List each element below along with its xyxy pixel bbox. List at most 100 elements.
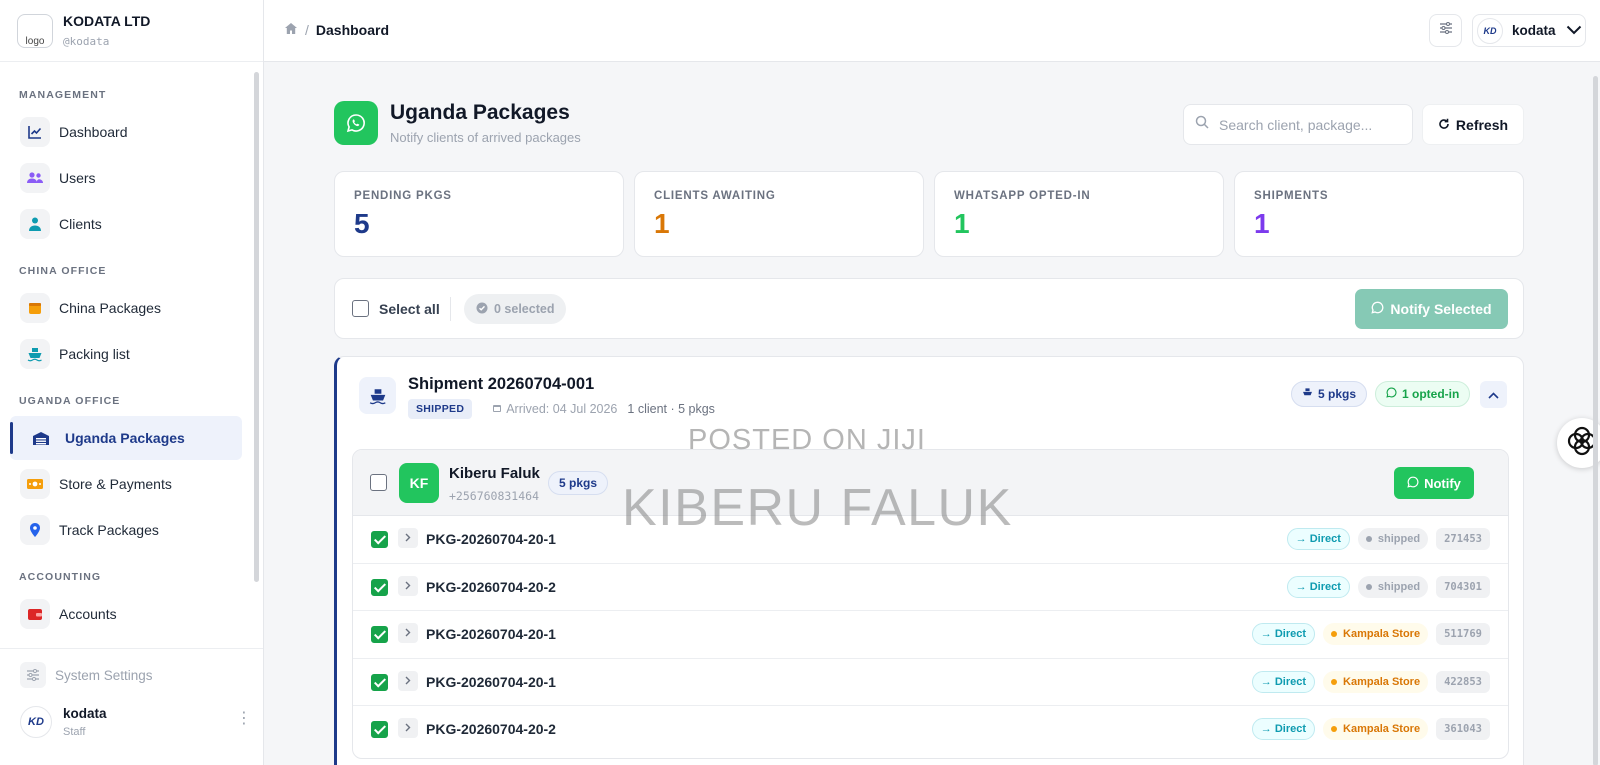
sidebar-item-clients[interactable]: Clients <box>0 202 256 246</box>
sidebar-item-uganda-packages[interactable]: Uganda Packages <box>10 416 242 460</box>
shipment-card: Shipment 20260704-001 SHIPPED Arrived: 0… <box>334 356 1524 765</box>
refresh-label: Refresh <box>1455 116 1509 133</box>
page-title: Uganda Packages <box>390 101 570 124</box>
sidebar-item-accounts[interactable]: Accounts <box>0 592 256 636</box>
search-box[interactable] <box>1183 104 1413 145</box>
expand-button[interactable] <box>398 528 418 548</box>
package-checkbox[interactable] <box>371 578 388 596</box>
more-vertical-icon[interactable]: ⋮ <box>236 711 252 727</box>
sidebar-scrollbar-thumb[interactable] <box>254 72 259 582</box>
stat-card-pending-pkgs: PENDING PKGS 5 <box>334 171 624 257</box>
whatsapp-icon <box>1407 476 1419 491</box>
sliders-icon <box>20 662 46 688</box>
package-checkbox[interactable] <box>371 626 388 643</box>
stat-card-whatsapp-opted-in: WHATSAPP OPTED-IN 1 <box>934 171 1224 257</box>
user-menu-button[interactable]: KD kodata <box>1472 14 1586 47</box>
collapse-button[interactable] <box>1480 381 1507 408</box>
sidebar-item-users[interactable]: Users <box>0 156 256 200</box>
ship-icon <box>1302 387 1313 401</box>
select-all-checkbox[interactable] <box>352 300 369 317</box>
stat-card-clients-awaiting: CLIENTS AWAITING 1 <box>634 171 924 257</box>
package-id: PKG-20260704-20-1 <box>426 626 556 642</box>
stat-label: CLIENTS AWAITING <box>654 190 776 202</box>
refresh-button[interactable]: Refresh <box>1422 104 1524 145</box>
whatsapp-icon <box>334 101 378 145</box>
settings-button[interactable] <box>1429 14 1462 47</box>
sidebar: logo KODATA LTD @kodata MANAGEMENT Dashb… <box>0 0 264 765</box>
main-scrollbar[interactable] <box>1592 62 1600 765</box>
sidebar-item-china-packages[interactable]: China Packages <box>0 286 256 330</box>
shipment-meta: SHIPPED Arrived: 04 Jul 2026 1 client · … <box>408 399 715 419</box>
search-input[interactable] <box>1219 116 1399 133</box>
chevron-right-icon <box>405 624 411 642</box>
package-code: 704301 <box>1436 575 1490 598</box>
route-badge: → Direct <box>1286 575 1350 598</box>
sidebar-item-store-payments[interactable]: Store & Payments <box>0 462 256 506</box>
table-row[interactable]: PKG-20260704-20-1 → Direct Kampala Store… <box>353 611 1508 659</box>
topbar: / Dashboard KD kodata <box>264 0 1600 62</box>
notify-selected-button[interactable]: Notify Selected <box>1355 289 1508 329</box>
chevron-right-icon <box>405 672 411 690</box>
box-icon <box>20 293 50 323</box>
sidebar-user[interactable]: KD kodata Staff ⋮ <box>0 697 263 747</box>
sidebar-scrollbar[interactable] <box>253 62 260 648</box>
package-code: 271453 <box>1436 528 1490 550</box>
avatar: KD <box>1477 17 1503 44</box>
system-settings-label: System Settings <box>55 667 153 683</box>
package-code: 361043 <box>1436 718 1490 740</box>
client-header: KF Kiberu Faluk +256760831464 5 pkgs Not… <box>353 450 1508 516</box>
status-badge: Kampala Store <box>1323 623 1429 645</box>
table-row[interactable]: PKG-20260704-20-2 → Direct Kampala Store… <box>353 706 1508 754</box>
status-text: shipped <box>1377 580 1421 593</box>
package-id: PKG-20260704-20-2 <box>426 578 556 595</box>
brand: logo KODATA LTD @kodata <box>0 0 263 62</box>
package-checkbox[interactable] <box>371 721 388 738</box>
expand-button[interactable] <box>398 575 418 596</box>
notify-selected-label: Notify Selected <box>1390 301 1492 317</box>
status-text: Kampala Store <box>1343 675 1421 688</box>
package-code: 511769 <box>1436 623 1490 645</box>
package-checkbox[interactable] <box>371 673 388 691</box>
client-pkgs-badge: 5 pkgs <box>548 471 609 495</box>
sidebar-item-label: Track Packages <box>59 522 159 538</box>
notify-label: Notify <box>1424 475 1461 491</box>
notify-button[interactable]: Notify <box>1394 467 1474 499</box>
expand-button[interactable] <box>398 623 418 643</box>
route-badge: → Direct <box>1286 528 1350 550</box>
chevron-right-icon <box>405 719 411 737</box>
package-checkbox[interactable] <box>371 531 388 548</box>
sidebar-item-dashboard[interactable]: Dashboard <box>0 110 256 154</box>
table-row[interactable]: PKG-20260704-20-2 → Direct shipped 70430… <box>353 564 1508 611</box>
breadcrumb: / Dashboard <box>284 22 389 38</box>
expand-button[interactable] <box>398 670 418 691</box>
chevron-right-icon <box>405 577 411 595</box>
section-title-accounting: ACCOUNTING <box>19 571 102 583</box>
client-checkbox[interactable] <box>370 474 387 491</box>
system-settings-link[interactable]: System Settings <box>0 653 263 697</box>
status-text: shipped <box>1377 533 1421 545</box>
whatsapp-icon <box>1371 301 1384 317</box>
selected-count-badge: 0 selected <box>464 294 567 324</box>
sidebar-item-track-packages[interactable]: Track Packages <box>0 508 256 552</box>
table-row[interactable]: PKG-20260704-20-1 → Direct shipped 27145… <box>353 516 1508 564</box>
wallet-icon <box>20 599 50 629</box>
stat-label: SHIPMENTS <box>1254 190 1329 202</box>
main-scrollbar-thumb[interactable] <box>1593 76 1598 765</box>
status-badge: SHIPPED <box>408 399 473 419</box>
user-name: kodata <box>1512 23 1556 38</box>
expand-button[interactable] <box>398 718 418 738</box>
status-badge: Kampala Store <box>1323 670 1429 693</box>
select-all-label: Select all <box>379 300 440 317</box>
route-badge: → Direct <box>1251 670 1316 693</box>
sidebar-item-packing-list[interactable]: Packing list <box>0 332 256 376</box>
table-row[interactable]: PKG-20260704-20-1 → Direct Kampala Store… <box>353 659 1508 706</box>
sidebar-footer: System Settings KD kodata Staff ⋮ <box>0 648 263 747</box>
select-all[interactable]: Select all <box>352 300 440 317</box>
sidebar-item-label: Packing list <box>59 346 130 362</box>
route-badge: → Direct <box>1251 623 1316 645</box>
home-icon[interactable] <box>284 22 298 38</box>
selection-bar: Select all 0 selected Notify Selected <box>334 278 1524 339</box>
page-header: Uganda Packages Notify clients of arrive… <box>334 101 581 145</box>
users-icon <box>20 163 50 193</box>
sidebar-nav: MANAGEMENT Dashboard Users Clients CHINA… <box>0 62 256 648</box>
